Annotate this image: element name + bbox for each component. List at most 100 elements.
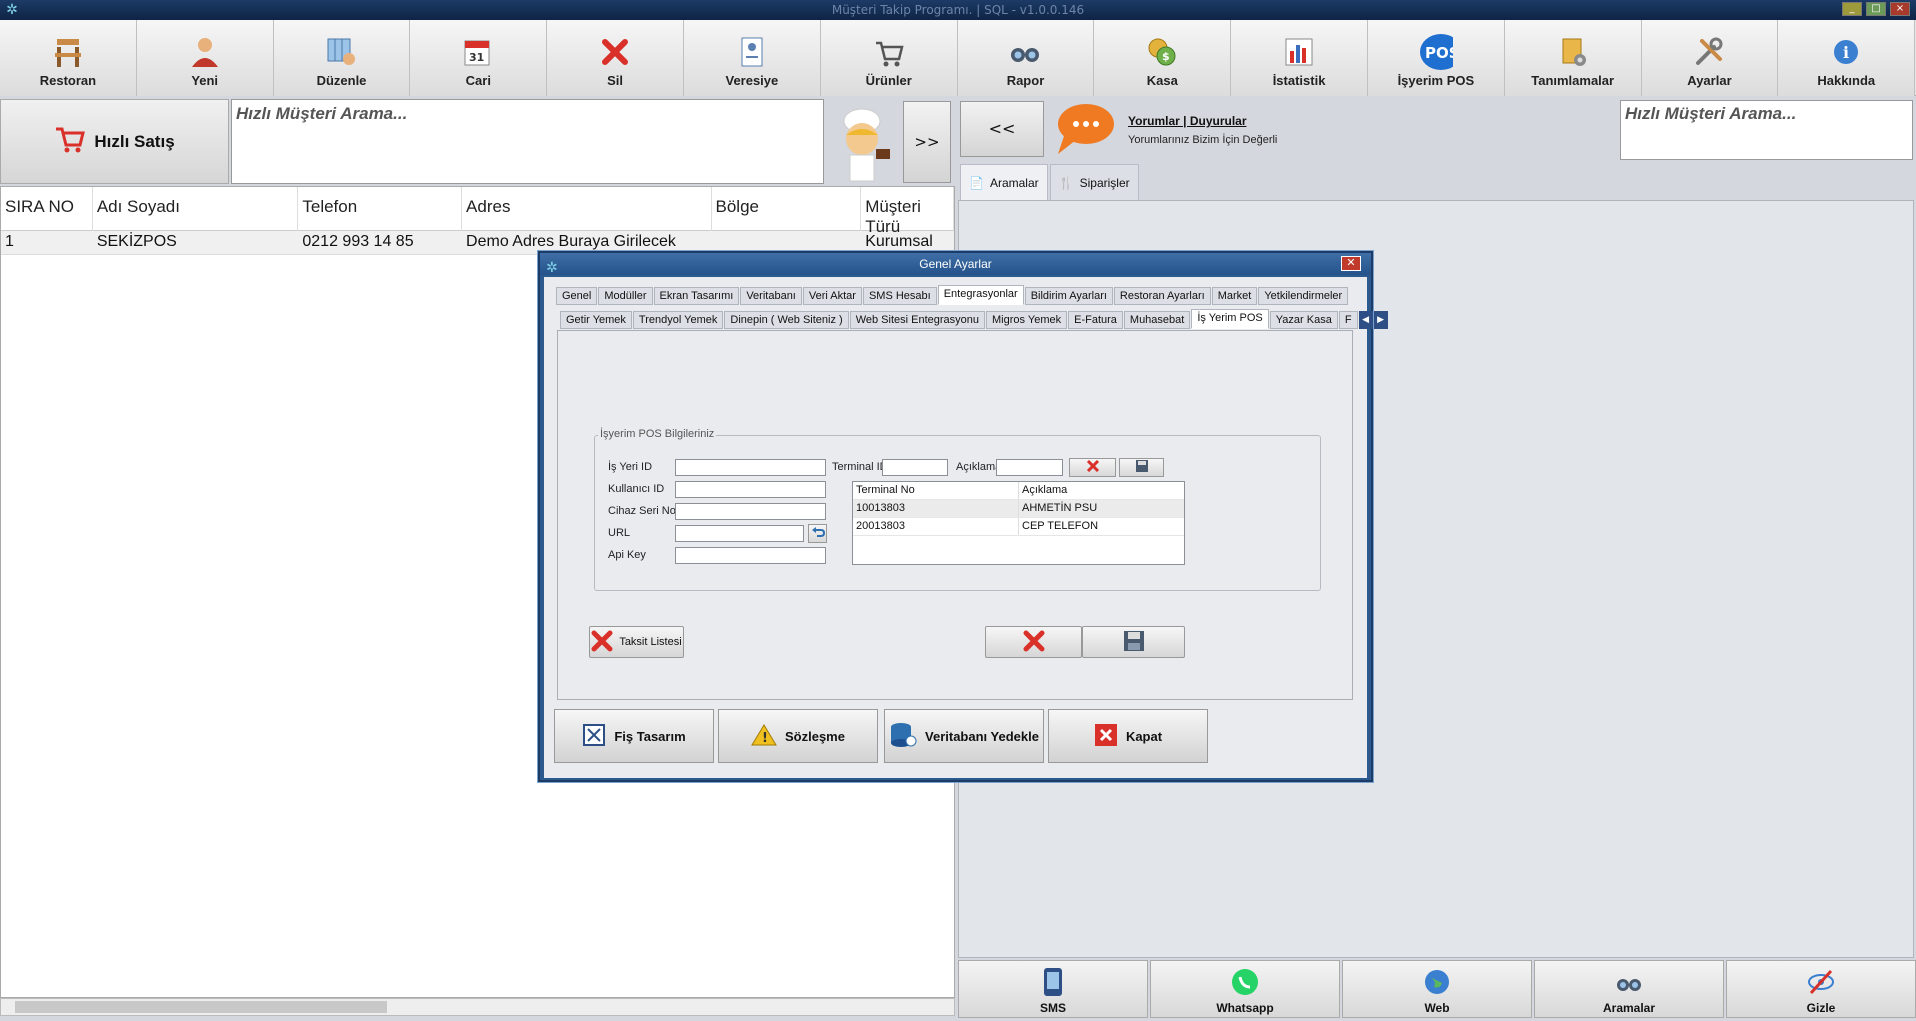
tab-yazar-kasa[interactable]: Yazar Kasa: [1269, 311, 1338, 329]
toolbar-hakkinda-button[interactable]: i Hakkında: [1778, 20, 1916, 96]
toolbar-label: Cari: [465, 73, 491, 88]
tab-veritabani[interactable]: Veritabanı: [740, 287, 802, 305]
quick-sale-button[interactable]: Hızlı Satış: [0, 99, 229, 184]
maximize-button[interactable]: □: [1866, 2, 1886, 16]
column-header[interactable]: Adres: [462, 187, 712, 231]
toolbar-restoran-button[interactable]: Restoran: [0, 20, 137, 96]
horizontal-scrollbar[interactable]: [0, 998, 955, 1016]
tools-icon: [1692, 35, 1726, 69]
toolbar-urunler-button[interactable]: Ürünler: [820, 20, 958, 96]
save-icon: [1122, 629, 1146, 656]
tab-ekran-tasarimi[interactable]: Ekran Tasarımı: [653, 287, 740, 305]
api-key-input[interactable]: [675, 547, 826, 564]
save-terminal-button[interactable]: [1119, 458, 1164, 477]
toolbar-kasa-button[interactable]: $ Kasa: [1094, 20, 1232, 96]
column-header[interactable]: Müşteri Türü: [861, 187, 954, 236]
tab-entegrasyonlar[interactable]: Entegrasyonlar: [937, 285, 1024, 305]
column-header[interactable]: Adı Soyadı: [93, 187, 299, 231]
tab-web-sitesi[interactable]: Web Sitesi Entegrasyonu: [849, 311, 986, 329]
isyeri-id-input[interactable]: [675, 459, 826, 476]
toolbar-cari-button[interactable]: 31 Cari: [410, 20, 548, 96]
column-header[interactable]: Terminal No: [853, 482, 1019, 499]
tab-dinepin[interactable]: Dinepin ( Web Siteniz ): [724, 311, 849, 329]
aciklama-input[interactable]: [996, 459, 1063, 476]
right-customer-search-input[interactable]: Hızlı Müşteri Arama...: [1620, 100, 1913, 160]
aciklama-label: Açıklama: [956, 461, 1002, 473]
cihaz-seri-input[interactable]: [675, 503, 826, 520]
url-input[interactable]: [675, 525, 804, 542]
tab-migros-yemek[interactable]: Migros Yemek: [986, 311, 1068, 329]
toolbar-tanimlamalar-button[interactable]: Tanımlamalar: [1504, 20, 1642, 96]
tab-getir-yemek[interactable]: Getir Yemek: [560, 311, 632, 329]
tab-market[interactable]: Market: [1211, 287, 1258, 305]
taksit-listesi-button[interactable]: Taksit Listesi: [589, 626, 684, 658]
terminal-table[interactable]: Terminal No Açıklama 10013803 AHMETİN PS…: [852, 481, 1185, 565]
tab-bildirim-ayarlari[interactable]: Bildirim Ayarları: [1024, 287, 1113, 305]
sozlesme-button[interactable]: ! Sözleşme: [718, 709, 878, 763]
warning-icon: !: [751, 723, 777, 750]
cancel-button[interactable]: [985, 626, 1082, 658]
footer-label: Sözleşme: [785, 728, 845, 744]
toolbar-yeni-button[interactable]: Yeni: [136, 20, 274, 96]
column-header[interactable]: Açıklama: [1019, 482, 1184, 499]
toolbar-isyerim-pos-button[interactable]: POS İşyerim POS: [1367, 20, 1505, 96]
customer-search-input[interactable]: Hızlı Müşteri Arama...: [231, 99, 824, 184]
tab-siparisler[interactable]: 🍴 Siparişler: [1049, 164, 1139, 200]
tab-aramalar[interactable]: 📄 Aramalar: [960, 164, 1048, 200]
close-window-button[interactable]: ×: [1890, 2, 1910, 16]
toolbar-sil-button[interactable]: Sil: [547, 20, 684, 96]
dialog-body: Genel Modüller Ekran Tasarımı Veritabanı…: [544, 277, 1388, 778]
tab-is-yerim-pos[interactable]: İş Yerim POS: [1191, 309, 1269, 329]
tab-genel[interactable]: Genel: [556, 287, 598, 305]
toolbar-istatistik-button[interactable]: İstatistik: [1231, 20, 1368, 96]
fis-tasarim-button[interactable]: Fiş Tasarım: [554, 709, 714, 763]
tab-yetkilendirmeler[interactable]: Yetkilendirmeler: [1258, 287, 1349, 305]
tab-muhasebat[interactable]: Muhasebat: [1123, 311, 1191, 329]
toolbar-ayarlar-button[interactable]: Ayarlar: [1641, 20, 1779, 96]
tab-restoran-ayarlari[interactable]: Restoran Ayarları: [1113, 287, 1211, 305]
minimize-button[interactable]: _: [1842, 2, 1862, 16]
announcements-link[interactable]: Yorumlar | Duyurular: [1128, 114, 1247, 128]
column-header[interactable]: Telefon: [298, 187, 463, 231]
aramalar-button[interactable]: Aramalar: [1534, 960, 1724, 1018]
tab-sms-hesabi[interactable]: SMS Hesabı: [862, 287, 937, 305]
web-button[interactable]: Web: [1342, 960, 1532, 1018]
chevron-right-icon[interactable]: ▶: [1373, 311, 1388, 329]
tab-moduller[interactable]: Modüller: [598, 287, 653, 305]
tab-e-fatura[interactable]: E-Fatura: [1068, 311, 1123, 329]
kullanici-id-input[interactable]: [675, 481, 826, 498]
column-header[interactable]: SIRA NO: [1, 187, 93, 231]
whatsapp-button[interactable]: Whatsapp: [1150, 960, 1340, 1018]
sms-button[interactable]: SMS: [958, 960, 1148, 1018]
veritabani-yedekle-button[interactable]: Veritabanı Yedekle: [884, 709, 1044, 763]
tab-f[interactable]: F: [1338, 311, 1358, 329]
tab-veri-aktar[interactable]: Veri Aktar: [802, 287, 862, 305]
binoculars-icon: [1008, 35, 1042, 69]
toolbar-duzenle-button[interactable]: Düzenle: [273, 20, 411, 96]
scroll-thumb[interactable]: [15, 1001, 387, 1013]
table-row[interactable]: 20013803 CEP TELEFON: [853, 518, 1184, 536]
delete-terminal-button[interactable]: [1069, 458, 1116, 477]
kapat-button[interactable]: Kapat: [1048, 709, 1208, 763]
terminal-id-input[interactable]: [882, 459, 948, 476]
next-panel-button[interactable]: >>: [903, 101, 951, 183]
dialog-close-icon[interactable]: ✕: [1341, 256, 1361, 271]
bottom-label: Whatsapp: [1216, 1001, 1274, 1015]
toolbar-veresiye-button[interactable]: Veresiye: [683, 20, 821, 96]
column-header[interactable]: Bölge: [712, 187, 862, 231]
table-row[interactable]: 10013803 AHMETİN PSU: [853, 500, 1184, 518]
save-button[interactable]: [1082, 626, 1185, 658]
gizle-button[interactable]: Gizle: [1726, 960, 1916, 1018]
search-placeholder: Hızlı Müşteri Arama...: [236, 104, 408, 123]
prev-panel-button[interactable]: <<: [960, 101, 1044, 157]
chevron-left-icon[interactable]: ◀: [1358, 311, 1373, 329]
tab-trendyol-yemek[interactable]: Trendyol Yemek: [632, 311, 724, 329]
delete-icon: [598, 35, 632, 69]
toolbar-label: Restoran: [39, 73, 97, 88]
info-icon: i: [1829, 35, 1863, 69]
taksit-label: Taksit Listesi: [619, 636, 682, 648]
url-reset-button[interactable]: [808, 524, 827, 543]
footer-label: Fiş Tasarım: [614, 728, 686, 744]
database-backup-icon: [889, 721, 917, 752]
toolbar-rapor-button[interactable]: Rapor: [957, 20, 1095, 96]
